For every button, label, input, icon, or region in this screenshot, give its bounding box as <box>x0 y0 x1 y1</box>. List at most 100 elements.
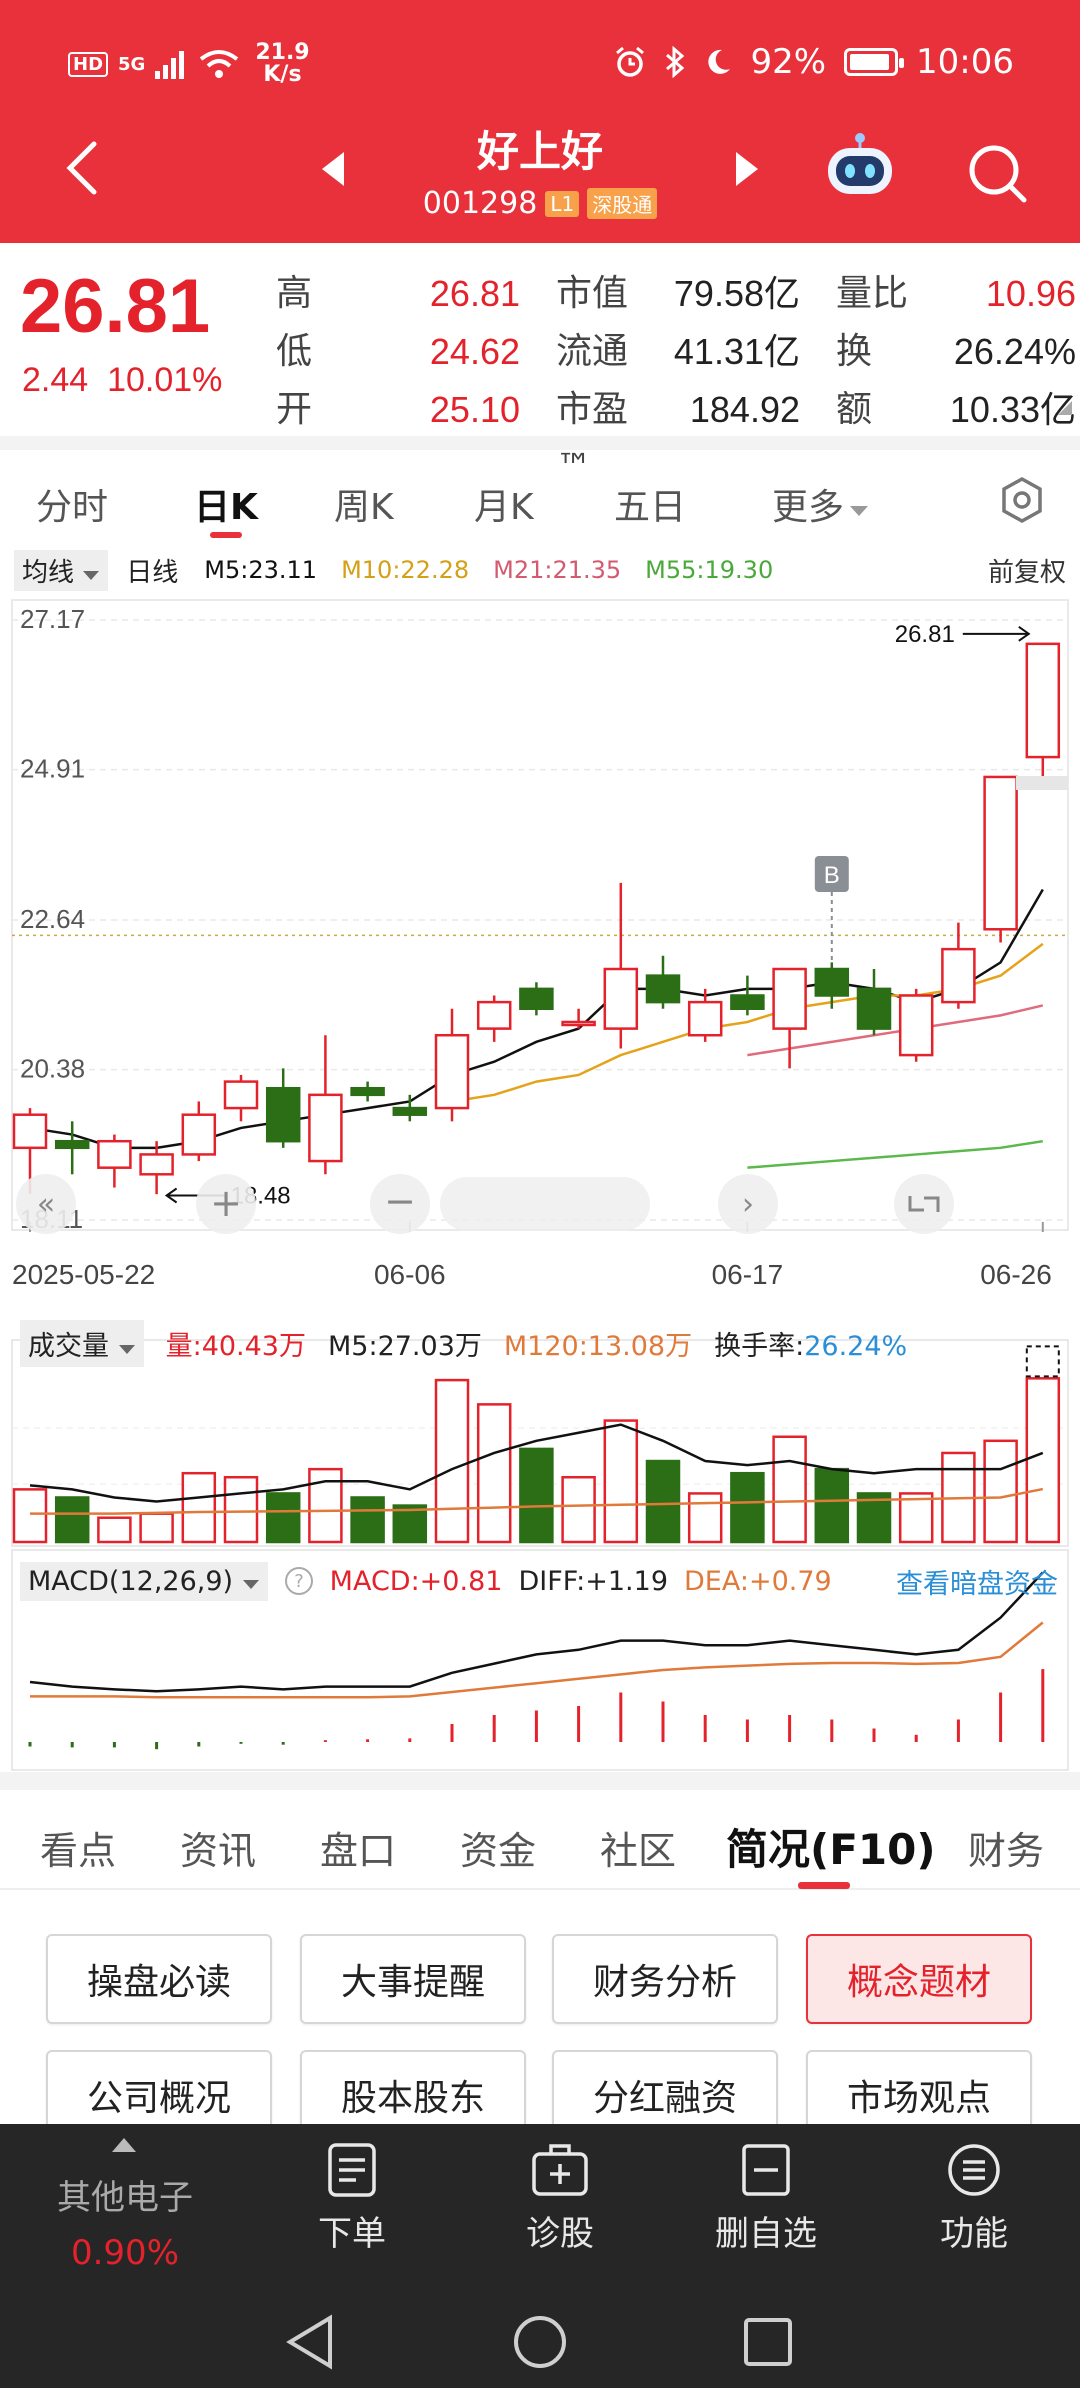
assistant-robot-icon[interactable] <box>822 132 898 198</box>
tab-more[interactable]: 更多 <box>772 478 870 530</box>
divider <box>0 1772 1080 1790</box>
next-stock-icon[interactable] <box>736 152 758 186</box>
candle-up <box>223 1080 259 1110</box>
volume-bar <box>603 1419 639 1544</box>
turnover-label: 换手率: <box>714 1330 805 1362</box>
concept-theme-button[interactable]: 概念题材 <box>806 1934 1032 2024</box>
events-button[interactable]: 大事提醒 <box>300 1934 526 2024</box>
sector-info[interactable]: 其他电子 0.90% <box>50 2170 200 2273</box>
y-tick-label: 27.17 <box>20 604 85 634</box>
y-tick-label: 24.91 <box>20 754 85 784</box>
help-icon[interactable]: ? <box>284 1566 314 1596</box>
signal-icon <box>155 51 185 79</box>
tab-funds[interactable]: 资金 <box>460 1820 536 1875</box>
candle-up <box>1025 642 1061 759</box>
quote-col3-values: 10.96 26.24% 10.33亿 <box>900 265 1076 439</box>
financial-analysis-button[interactable]: 财务分析 <box>552 1934 778 2024</box>
candle-down <box>519 987 554 1010</box>
section-tabs: 看点 资讯 盘口 资金 社区 简况(F10) 财务 <box>0 1790 1080 1890</box>
status-right: 92% 10:06 <box>614 42 1014 82</box>
volume-indicator-row: 成交量 量:40.43万 M5:27.03万 M120:13.08万 换手率:2… <box>0 1318 1080 1368</box>
tab-f10[interactable]: 简况(F10) <box>726 1816 936 1877</box>
candle-up <box>97 1139 132 1169</box>
macd-indicator-row: MACD(12,26,9) ? MACD:+0.81 DIFF:+1.19 DE… <box>0 1556 1080 1606</box>
caret-down-icon <box>118 1344 135 1354</box>
y-tick-label: 22.64 <box>20 904 85 934</box>
quote-label: 低 <box>276 331 313 372</box>
tab-more-label: 更多 <box>772 487 845 528</box>
price-tag <box>1016 776 1068 790</box>
ma-selector[interactable]: 均线 <box>14 549 109 591</box>
dea-value: DEA:+0.79 <box>684 1565 832 1597</box>
tab-orderbook[interactable]: 盘口 <box>320 1820 396 1875</box>
diagnose-button[interactable]: 诊股 <box>480 2142 640 2255</box>
volume-bar <box>1025 1377 1061 1544</box>
ma55-label: M55:19.30 <box>645 556 774 584</box>
volume-bar <box>730 1471 765 1544</box>
fullscreen-icon[interactable] <box>894 1174 954 1234</box>
tab-intraday[interactable]: 分时 <box>36 478 108 530</box>
turnover-rate: 换手率:26.24% <box>714 1324 907 1363</box>
high-arrow-icon <box>962 626 1031 642</box>
hd-indicator: HD <box>68 51 109 77</box>
candle-up <box>476 1000 512 1030</box>
y-tick-label: 20.38 <box>20 1054 85 1084</box>
turnover-value: 26.24% <box>804 1330 908 1362</box>
candle-up <box>308 1093 343 1163</box>
macd-selector[interactable]: MACD(12,26,9) <box>20 1561 268 1601</box>
price-panel-frame <box>11 599 1069 1231</box>
quote-value-open: 25.10 <box>429 389 520 430</box>
must-read-button[interactable]: 操盘必读 <box>46 1934 272 2024</box>
change-abs: 2.44 <box>22 361 89 399</box>
sector-change: 0.90% <box>70 2233 179 2273</box>
nav-home-icon[interactable] <box>514 2316 566 2368</box>
candle-down <box>814 967 850 997</box>
search-icon[interactable] <box>966 142 1030 206</box>
tab-daily-k[interactable]: 日K <box>194 478 258 530</box>
stock-subtitle: 001298 L1 深股通 <box>0 186 1080 221</box>
functions-button[interactable]: 功能 <box>894 2142 1054 2255</box>
tab-weekly-k[interactable]: 周K <box>334 478 394 530</box>
quote-col1-values: 26.81 24.62 25.10 <box>350 265 520 439</box>
volume-selector[interactable]: 成交量 <box>20 1319 144 1367</box>
tab-five-day[interactable]: 五日 <box>614 478 686 530</box>
macd-selector-label: MACD(12,26,9) <box>28 1565 234 1597</box>
scroll-handle[interactable] <box>440 1177 650 1231</box>
system-nav-bar <box>286 2314 792 2370</box>
tab-monthly-k[interactable]: 月K <box>474 478 534 530</box>
caret-down-icon <box>850 506 869 516</box>
expand-corner-icon[interactable] <box>1058 401 1072 415</box>
volume-bar <box>898 1492 934 1544</box>
expand-up-icon[interactable] <box>112 2138 136 2152</box>
sector-name: 其他电子 <box>57 2178 193 2218</box>
candle-up <box>139 1153 174 1176</box>
diagnose-icon <box>532 2144 588 2196</box>
plus-icon: + <box>210 1181 242 1225</box>
volume-bar <box>139 1512 174 1544</box>
ma5-label: M5:23.11 <box>204 556 318 584</box>
x-tick-label: 06-17 <box>712 1259 784 1290</box>
nav-recents-icon[interactable] <box>744 2318 792 2366</box>
ma-selector-label: 均线 <box>22 557 75 588</box>
remove-watchlist-button[interactable]: 删自选 <box>686 2142 846 2255</box>
wifi-icon <box>200 50 239 78</box>
volume-bar <box>687 1492 723 1544</box>
chart-settings-icon[interactable] <box>998 476 1046 524</box>
order-button[interactable]: 下单 <box>272 2142 432 2255</box>
quote-col1-labels: 高 低 开 <box>276 265 340 439</box>
active-tab-indicator <box>798 1882 850 1889</box>
net-speed: 21.9 K/s <box>255 42 309 86</box>
tab-news[interactable]: 资讯 <box>180 1820 256 1875</box>
adjust-mode[interactable]: 前复权 <box>988 552 1066 589</box>
tab-community[interactable]: 社区 <box>600 1820 676 1875</box>
diff-value: DIFF:+1.19 <box>518 1565 668 1597</box>
dark-pool-link[interactable]: 查看暗盘资金 <box>896 1562 1058 1601</box>
volume-bar <box>181 1471 217 1544</box>
quote-value-volratio: 10.96 <box>985 273 1076 314</box>
tab-highlights[interactable]: 看点 <box>40 1820 116 1875</box>
nav-back-icon[interactable] <box>286 2314 332 2370</box>
volume-bar <box>983 1439 1018 1544</box>
tab-financials[interactable]: 财务 <box>968 1820 1044 1875</box>
last-price: 26.81 <box>20 264 211 349</box>
order-icon <box>328 2143 376 2197</box>
